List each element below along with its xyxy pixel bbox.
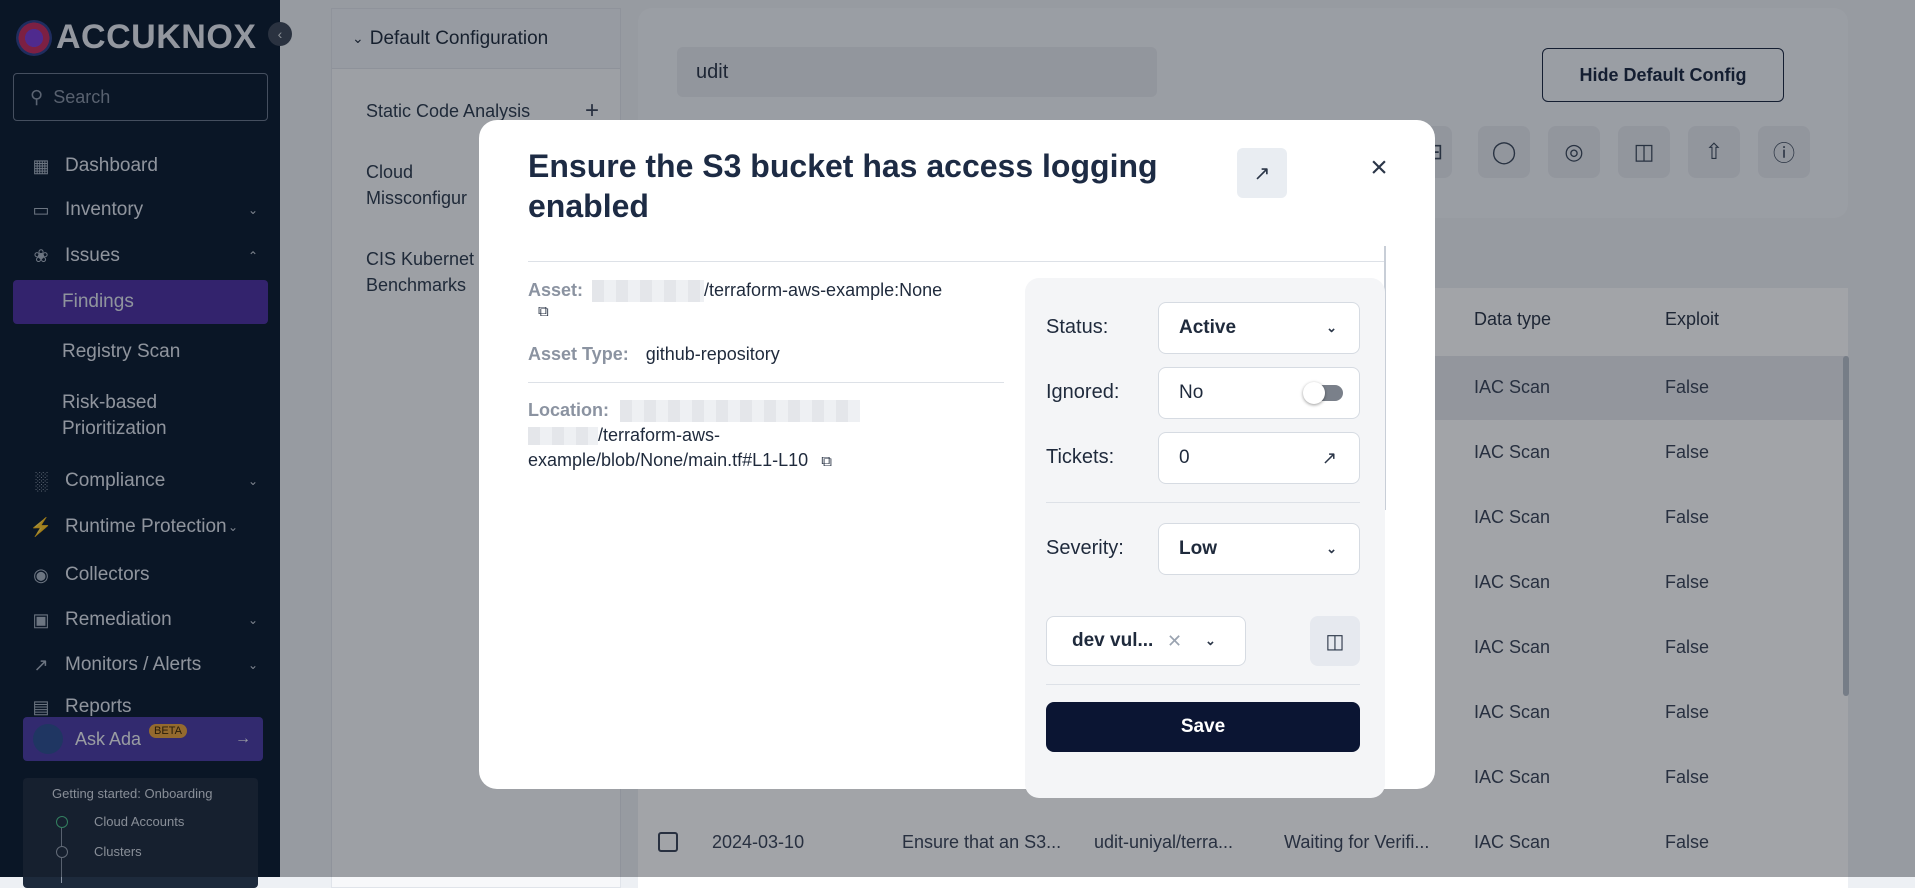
finding-controls-panel: Status: Active ⌄ Ignored: No Tickets: 0 … <box>1025 278 1385 798</box>
asset-type-label: Asset Type: <box>528 344 629 364</box>
status-value: Active <box>1179 317 1237 338</box>
divider <box>528 382 1004 383</box>
tickets-label: Tickets: <box>1046 446 1115 468</box>
copy-asset-icon[interactable]: ⧉ <box>538 303 549 320</box>
asset-type-value: github-repository <box>645 344 780 364</box>
copy-location-icon[interactable]: ⧉ <box>821 453 832 470</box>
close-button[interactable]: × <box>1363 151 1395 184</box>
redacted-location <box>528 427 598 446</box>
asset-row: Asset: /terraform-aws-example:None <box>528 280 943 303</box>
location-value-2: example/blob/None/main.tf#L1-L10 <box>528 450 809 470</box>
asset-value: /terraform-aws-example:None <box>704 280 943 300</box>
status-label: Status: <box>1046 316 1109 338</box>
divider <box>1046 684 1360 685</box>
severity-select[interactable]: Low ⌄ <box>1158 523 1360 575</box>
open-in-new-button[interactable]: ↗ <box>1237 148 1287 198</box>
location-line-3: example/blob/None/main.tf#L1-L10 ⧉ <box>528 450 832 471</box>
location-label: Location: <box>528 400 609 420</box>
ignored-label: Ignored: <box>1046 381 1120 403</box>
status-select[interactable]: Active ⌄ <box>1158 302 1360 354</box>
divider <box>528 261 1384 262</box>
add-note-icon: ◫ <box>1325 630 1345 653</box>
tag-select[interactable]: dev vul... ✕ ⌄ <box>1046 616 1246 666</box>
ignored-value: No <box>1179 382 1204 403</box>
location-value-1: /terraform-aws- <box>598 425 721 445</box>
ignored-toggle[interactable] <box>1303 382 1343 404</box>
tickets-field[interactable]: 0 ↗ <box>1158 432 1360 484</box>
asset-label: Asset: <box>528 280 584 300</box>
modal-title: Ensure the S3 bucket has access logging … <box>528 148 1158 224</box>
save-button[interactable]: Save <box>1046 702 1360 752</box>
close-icon: × <box>1370 151 1388 184</box>
asset-type-row: Asset Type: github-repository <box>528 344 780 365</box>
clear-tag-icon[interactable]: ✕ <box>1167 631 1182 652</box>
chevron-down-icon: ⌄ <box>1205 633 1216 648</box>
arrow-up-right-icon: ↗ <box>1253 162 1271 185</box>
severity-value: Low <box>1179 538 1217 559</box>
redacted-owner <box>592 280 705 303</box>
location-row: Location: <box>528 400 861 423</box>
arrow-up-right-icon[interactable]: ↗ <box>1322 448 1337 469</box>
ignored-field: No <box>1158 367 1360 419</box>
location-line-2: /terraform-aws- <box>528 425 720 446</box>
tag-value: dev vul... <box>1072 630 1154 651</box>
add-tag-button[interactable]: ◫ <box>1310 616 1360 666</box>
finding-detail-modal: Ensure the S3 bucket has access logging … <box>479 120 1435 798</box>
chevron-down-icon: ⌄ <box>1326 320 1337 335</box>
chevron-down-icon: ⌄ <box>1326 541 1337 556</box>
severity-label: Severity: <box>1046 537 1124 559</box>
tickets-value: 0 <box>1179 447 1190 468</box>
redacted-location <box>620 400 861 423</box>
divider <box>1046 502 1360 503</box>
